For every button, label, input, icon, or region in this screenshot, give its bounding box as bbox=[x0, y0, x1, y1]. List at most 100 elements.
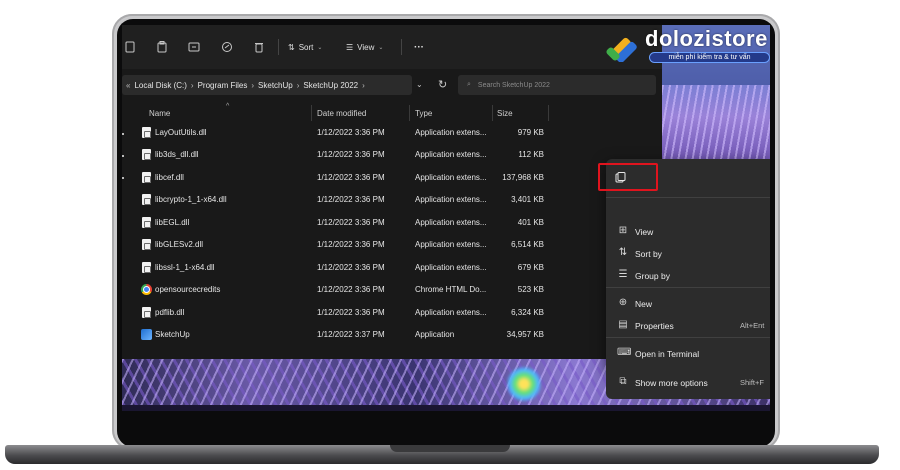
file-type: Application bbox=[415, 330, 455, 339]
breadcrumb-overflow-icon[interactable]: « bbox=[126, 81, 130, 90]
menu-item-label: View bbox=[635, 227, 654, 237]
file-row[interactable]: libEGL.dll 1/12/2022 3:36 PM Application… bbox=[122, 212, 662, 234]
menu-item-new[interactable]: ⊕ New bbox=[606, 293, 770, 313]
more-options-icon: ⧉ bbox=[619, 376, 627, 387]
view-button[interactable]: ☰ View ⌄ bbox=[346, 40, 383, 54]
menu-item-show-more-options[interactable]: ⧉ Show more options Shift+F bbox=[606, 372, 770, 392]
file-size: 112 KB bbox=[518, 150, 544, 159]
file-name: pdflib.dll bbox=[155, 308, 185, 317]
menu-item-label: Properties bbox=[635, 321, 674, 331]
file-type: Application extens... bbox=[415, 218, 487, 227]
column-name[interactable]: Name bbox=[149, 109, 170, 118]
dll-file-icon bbox=[142, 217, 151, 228]
cut-icon[interactable] bbox=[122, 39, 138, 55]
context-menu: ⊞ View ⇅ Sort by ☰ Group by ⊕ New ▤ Prop… bbox=[598, 159, 770, 371]
breadcrumb-separator: › bbox=[190, 80, 194, 90]
paste-icon[interactable] bbox=[154, 39, 170, 55]
file-list-header: ^ Name Date modified Type Size bbox=[122, 103, 662, 123]
address-history-chevron-icon[interactable]: ⌄ bbox=[416, 80, 423, 89]
copy-path-icon[interactable] bbox=[614, 171, 626, 183]
dll-file-icon bbox=[142, 172, 151, 183]
file-row[interactable]: libcef.dll 1/12/2022 3:36 PM Application… bbox=[122, 167, 662, 189]
breadcrumb[interactable]: « Local Disk (C:) › Program Files › Sket… bbox=[122, 75, 412, 95]
toolbar-divider bbox=[401, 39, 402, 55]
column-divider[interactable] bbox=[492, 105, 493, 121]
rename-icon[interactable] bbox=[186, 39, 202, 55]
brand-tagline: miễn phí kiểm tra & tư vấn bbox=[649, 52, 770, 63]
chevron-down-icon: ⌄ bbox=[317, 44, 323, 51]
file-size: 34,957 KB bbox=[506, 330, 544, 339]
file-type: Application extens... bbox=[415, 173, 487, 182]
dll-file-icon bbox=[142, 307, 151, 318]
file-date: 1/12/2022 3:36 PM bbox=[317, 195, 385, 204]
file-row[interactable]: libcrypto-1_1-x64.dll 1/12/2022 3:36 PM … bbox=[122, 189, 662, 211]
file-name: libGLESv2.dll bbox=[155, 240, 204, 249]
group-icon: ☰ bbox=[618, 269, 628, 280]
breadcrumb-item[interactable]: Program Files bbox=[198, 81, 248, 90]
menu-item-shortcut: Alt+Ent bbox=[740, 321, 765, 330]
chrome-icon bbox=[141, 284, 152, 295]
file-type: Application extens... bbox=[415, 240, 487, 249]
file-row[interactable]: pdflib.dll 1/12/2022 3:36 PM Application… bbox=[122, 302, 662, 324]
file-row[interactable]: libGLESv2.dll 1/12/2022 3:36 PM Applicat… bbox=[122, 234, 662, 256]
file-row[interactable]: LayOutUtils.dll 1/12/2022 3:36 PM Applic… bbox=[122, 122, 662, 144]
file-name: opensourcecredits bbox=[155, 285, 221, 294]
breadcrumb-separator: › bbox=[362, 80, 365, 90]
search-placeholder: Search SketchUp 2022 bbox=[477, 81, 550, 89]
file-type: Application extens... bbox=[415, 263, 487, 272]
view-list-icon: ☰ bbox=[346, 42, 354, 52]
sort-button[interactable]: ⇅ Sort ⌄ bbox=[288, 40, 322, 54]
column-date-modified[interactable]: Date modified bbox=[317, 109, 366, 118]
laptop-hinge-notch bbox=[390, 445, 510, 452]
column-type[interactable]: Type bbox=[415, 109, 432, 118]
dll-file-icon bbox=[142, 149, 151, 160]
breadcrumb-separator: › bbox=[296, 80, 300, 90]
file-row[interactable]: SketchUp 1/12/2022 3:37 PM Application 3… bbox=[122, 324, 662, 346]
dll-file-icon bbox=[142, 194, 151, 205]
view-label: View bbox=[357, 42, 375, 52]
file-row[interactable]: libssl-1_1-x64.dll 1/12/2022 3:36 PM App… bbox=[122, 257, 662, 279]
column-size[interactable]: Size bbox=[497, 109, 513, 118]
file-size: 679 KB bbox=[517, 263, 544, 272]
file-type: Application extens... bbox=[415, 195, 487, 204]
file-size: 523 KB bbox=[517, 285, 544, 294]
file-type: Application extens... bbox=[415, 308, 487, 317]
file-name: SketchUp bbox=[155, 330, 190, 339]
chevron-down-icon: ⌄ bbox=[378, 44, 384, 51]
search-icon: ⌕ bbox=[467, 81, 471, 88]
file-row[interactable]: opensourcecredits 1/12/2022 3:36 PM Chro… bbox=[122, 279, 662, 301]
menu-item-view[interactable]: ⊞ View bbox=[606, 221, 770, 241]
breadcrumb-item[interactable]: Local Disk (C:) bbox=[134, 81, 186, 90]
file-size: 401 KB bbox=[517, 218, 544, 227]
menu-item-properties[interactable]: ▤ Properties Alt+Ent bbox=[606, 315, 770, 335]
column-divider[interactable] bbox=[548, 105, 549, 121]
breadcrumb-item[interactable]: SketchUp 2022 bbox=[303, 81, 358, 90]
file-date: 1/12/2022 3:36 PM bbox=[317, 128, 385, 137]
menu-item-open-in-terminal[interactable]: ⌨ Open in Terminal bbox=[606, 343, 770, 363]
breadcrumb-item[interactable]: SketchUp bbox=[258, 81, 293, 90]
menu-item-sort-by[interactable]: ⇅ Sort by bbox=[606, 243, 770, 263]
sort-caret-icon: ^ bbox=[226, 103, 230, 110]
menu-item-label: Group by bbox=[635, 271, 670, 281]
column-divider[interactable] bbox=[311, 105, 312, 121]
file-row[interactable]: lib3ds_dll.dll 1/12/2022 3:36 PM Applica… bbox=[122, 144, 662, 166]
column-divider[interactable] bbox=[409, 105, 410, 121]
file-size: 979 KB bbox=[517, 128, 544, 137]
file-date: 1/12/2022 3:36 PM bbox=[317, 240, 385, 249]
delete-icon[interactable] bbox=[251, 39, 267, 55]
menu-item-group-by[interactable]: ☰ Group by bbox=[606, 265, 770, 285]
brand-wordmark: dolozistore bbox=[645, 26, 768, 51]
file-name: libcrypto-1_1-x64.dll bbox=[155, 195, 227, 204]
toolbar-divider bbox=[278, 39, 279, 55]
share-icon[interactable] bbox=[219, 39, 235, 55]
search-input[interactable]: ⌕ Search SketchUp 2022 bbox=[458, 75, 656, 95]
refresh-icon[interactable]: ↻ bbox=[438, 78, 447, 91]
file-size: 137,968 KB bbox=[502, 173, 544, 182]
more-button[interactable]: ··· bbox=[414, 40, 424, 54]
wallpaper-lavender-field bbox=[662, 85, 770, 165]
wallpaper-light-flare bbox=[507, 365, 541, 403]
menu-divider bbox=[606, 287, 770, 288]
new-plus-icon: ⊕ bbox=[618, 297, 628, 308]
menu-item-label: Sort by bbox=[635, 249, 662, 259]
file-date: 1/12/2022 3:36 PM bbox=[317, 308, 385, 317]
